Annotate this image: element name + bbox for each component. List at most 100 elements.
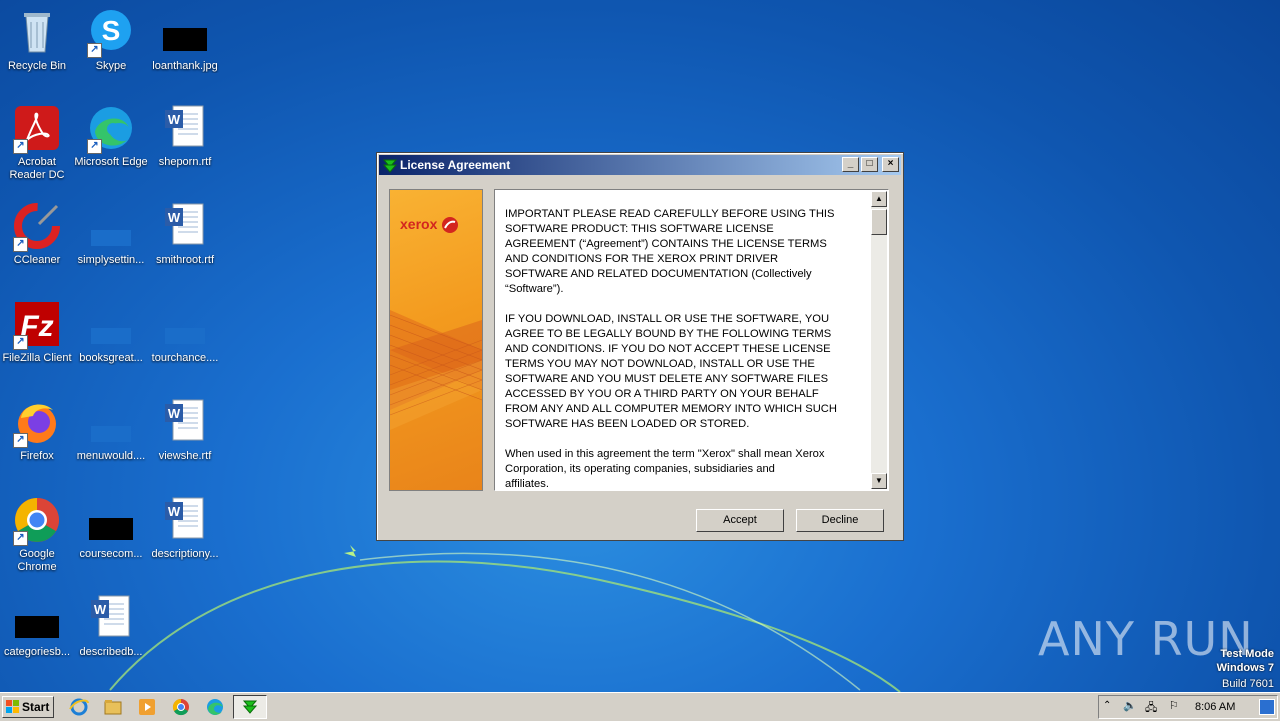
desktop-icon-booksgreat[interactable]: booksgreat... [74,300,148,365]
image-file-icon [161,8,209,56]
desktop-icon-firefox[interactable]: ↗ Firefox [0,398,74,463]
ccleaner-icon: ↗ [13,202,61,252]
shortcut-arrow-icon: ↗ [87,139,102,154]
scroll-down-button[interactable]: ▼ [871,473,887,489]
svg-text:W: W [94,602,107,617]
desktop-icon-label: Skype [95,60,127,72]
desktop-icon-label: Microsoft Edge [74,156,148,168]
filezilla-icon: Fz ↗ [13,300,61,350]
desktop-icon-label: viewshe.rtf [158,450,212,462]
recycle-bin-icon [13,8,61,56]
desktop-icon-menuwould[interactable]: menuwould.... [74,398,148,463]
desktop-icon-coursecom[interactable]: coursecom... [74,496,148,561]
desktop-icon-label: smithroot.rtf [155,254,215,266]
shortcut-arrow-icon: ↗ [13,139,28,154]
internet-explorer-icon[interactable] [68,697,90,717]
close-button[interactable]: × [882,157,899,172]
taskbar: Start ⌃ 🔈 🖧 ⚐ 8:06 AM [0,692,1280,721]
desktop-icon-descriptiony[interactable]: W descriptiony... [148,496,222,561]
minimize-button[interactable]: _ [842,157,859,172]
word-document-icon: W [161,496,209,544]
network-icon[interactable]: 🖧 [1145,699,1157,718]
word-document-icon: W [87,594,135,642]
file-icon [87,300,135,348]
skype-icon: S ↗ [87,8,135,58]
chrome-taskbar-icon[interactable] [170,697,192,717]
word-document-icon: W [161,104,209,152]
desktop-icon-edge[interactable]: ↗ Microsoft Edge [74,104,148,169]
desktop-icon-acrobat[interactable]: ↗ Acrobat Reader DC [0,104,74,182]
word-document-icon: W [161,398,209,446]
desktop-icon-chrome[interactable]: ↗ Google Chrome [0,496,74,574]
license-agreement-dialog: License Agreement _ □ × xerox IMPORTANT … [376,152,904,541]
desktop-icon-label: menuwould.... [76,450,146,462]
desktop-icon-label: tourchance.... [151,352,219,364]
desktop-icon-label: sheporn.rtf [158,156,212,168]
file-icon [13,594,61,642]
show-desktop-button[interactable] [1259,699,1275,715]
firefox-icon: ↗ [13,398,61,448]
tray-expand-icon[interactable]: ⌃ [1103,700,1111,711]
desktop-icon-label: coursecom... [79,548,143,560]
xerox-banner: xerox [389,189,483,491]
start-button[interactable]: Start [2,696,54,718]
scroll-up-button[interactable]: ▲ [871,191,887,207]
desktop-icon-label: descriptiony... [151,548,219,560]
installer-taskbar-button[interactable] [233,695,267,719]
license-text-area[interactable]: IMPORTANT PLEASE READ CAREFULLY BEFORE U… [494,189,889,491]
chrome-icon: ↗ [13,496,61,546]
svg-text:S: S [102,15,121,46]
desktop-icon-ccleaner[interactable]: ↗ CCleaner [0,202,74,267]
installer-icon [242,700,258,714]
desktop-icon-categoriesb[interactable]: categoriesb... [0,594,74,659]
maximize-button[interactable]: □ [861,157,878,172]
desktop-icon-sheporn[interactable]: W sheporn.rtf [148,104,222,169]
accept-button[interactable]: Accept [696,509,784,532]
action-center-flag-icon[interactable]: ⚐ [1169,699,1179,712]
volume-icon[interactable]: 🔈 [1123,699,1137,712]
media-player-icon[interactable] [136,697,158,717]
start-label: Start [22,700,50,714]
dialog-title: License Agreement [400,158,511,172]
desktop-icon-label: Recycle Bin [7,60,67,72]
desktop-icon-describedb[interactable]: W describedb... [74,594,148,659]
svg-text:W: W [168,112,181,127]
desktop-icon-loanthank[interactable]: loanthank.jpg [148,8,222,73]
svg-text:W: W [168,504,181,519]
windows-version-line: Windows 7 [1216,662,1274,674]
desktop-icon-recycle-bin[interactable]: Recycle Bin [0,8,74,73]
license-paragraph: When used in this agreement the term "Xe… [505,448,825,487]
shortcut-arrow-icon: ↗ [13,531,28,546]
desktop-icon-simplysettin[interactable]: simplysettin... [74,202,148,267]
shortcut-arrow-icon: ↗ [87,43,102,58]
shortcut-arrow-icon: ↗ [13,237,28,252]
desktop-icon-label: simplysettin... [77,254,145,266]
desktop-icon-viewshe[interactable]: W viewshe.rtf [148,398,222,463]
decline-button[interactable]: Decline [796,509,884,532]
desktop-icon-label: Acrobat Reader DC [9,156,65,181]
file-explorer-icon[interactable] [102,697,124,717]
desktop-icon-label: FileZilla Client [2,352,72,364]
edge-icon: ↗ [87,104,135,154]
file-icon [161,300,209,348]
vertical-scrollbar[interactable]: ▲ ▼ [871,191,887,489]
desktop-icon-label: loanthank.jpg [152,60,218,72]
scroll-thumb[interactable] [871,209,887,235]
dialog-titlebar[interactable]: License Agreement _ □ × [379,155,901,175]
shortcut-arrow-icon: ↗ [13,433,28,448]
clock[interactable]: 8:06 AM [1195,701,1235,713]
desktop-icon-skype[interactable]: S ↗ Skype [74,8,148,73]
file-icon [87,202,135,250]
xerox-logo-text: xerox [400,216,438,232]
edge-taskbar-icon[interactable] [204,697,226,717]
file-icon [87,496,135,544]
test-mode-line: Test Mode [1220,648,1274,660]
desktop-icon-tourchance[interactable]: tourchance.... [148,300,222,365]
desktop-icon-smithroot[interactable]: W smithroot.rtf [148,202,222,267]
license-text: IMPORTANT PLEASE READ CAREFULLY BEFORE U… [505,207,862,487]
desktop-icon-label: CCleaner [13,254,61,266]
desktop-icon-label: describedb... [79,646,143,658]
file-icon [87,398,135,446]
desktop-icon-label: Firefox [20,450,54,462]
desktop-icon-filezilla[interactable]: Fz ↗ FileZilla Client [0,300,74,365]
